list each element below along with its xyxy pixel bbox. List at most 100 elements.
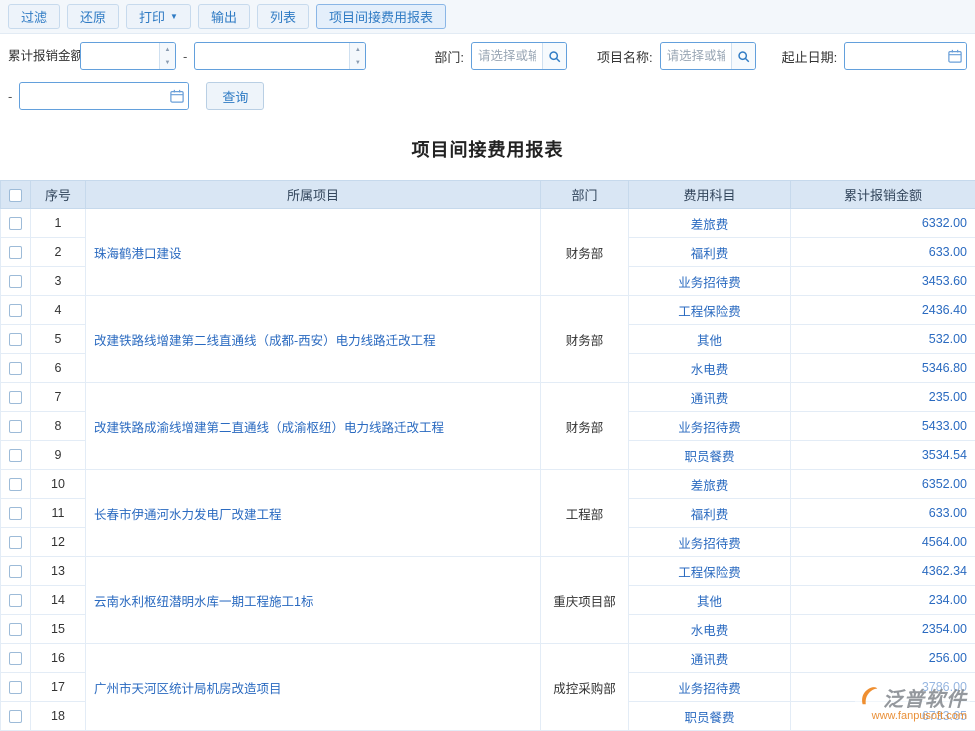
filter-button[interactable]: 过滤 (8, 4, 60, 29)
expense-subject-cell[interactable]: 工程保险费 (629, 296, 791, 325)
amount-cell[interactable]: 633.00 (791, 499, 975, 528)
project-cell[interactable]: 广州市天河区统计局机房改造项目 (86, 644, 541, 731)
row-number: 1 (31, 209, 86, 238)
date-from-field (844, 42, 967, 70)
restore-button-label: 还原 (80, 7, 106, 26)
list-button[interactable]: 列表 (257, 4, 309, 29)
row-checkbox[interactable] (9, 420, 22, 433)
row-select-cell (1, 499, 31, 528)
amount-cell[interactable]: 6332.00 (791, 209, 975, 238)
row-checkbox[interactable] (9, 507, 22, 520)
row-checkbox[interactable] (9, 391, 22, 404)
amount-cell[interactable]: 235.00 (791, 383, 975, 412)
project-cell[interactable]: 云南水利枢纽潜明水库一期工程施工1标 (86, 557, 541, 644)
export-button-label: 输出 (211, 7, 237, 26)
date-to-input[interactable] (20, 83, 166, 109)
select-all-checkbox[interactable] (9, 189, 22, 202)
page-title: 项目间接费用报表 (0, 136, 975, 162)
calendar-icon[interactable] (944, 43, 966, 69)
row-select-cell (1, 238, 31, 267)
project-cell[interactable]: 改建铁路线增建第二线直通线（成都-西安）电力线路迁改工程 (86, 296, 541, 383)
date-range-label: 起止日期: (782, 47, 838, 66)
search-icon[interactable] (542, 43, 566, 69)
row-checkbox[interactable] (9, 623, 22, 636)
expense-subject-cell[interactable]: 通讯费 (629, 383, 791, 412)
amount-cell[interactable]: 256.00 (791, 644, 975, 673)
amount-cell[interactable]: 234.00 (791, 586, 975, 615)
report-tab-label: 项目间接费用报表 (329, 7, 433, 26)
export-button[interactable]: 输出 (198, 4, 250, 29)
spinner-down-icon[interactable]: ▼ (350, 56, 365, 69)
expense-subject-cell[interactable]: 差旅费 (629, 470, 791, 499)
amount-cell[interactable]: 4564.00 (791, 528, 975, 557)
spinner-up-icon[interactable]: ▲ (350, 43, 365, 56)
amount-to-input[interactable] (195, 43, 349, 69)
row-checkbox[interactable] (9, 652, 22, 665)
search-icon[interactable] (731, 43, 755, 69)
row-checkbox[interactable] (9, 246, 22, 259)
row-checkbox[interactable] (9, 217, 22, 230)
row-select-cell (1, 267, 31, 296)
row-checkbox[interactable] (9, 710, 22, 723)
department-cell: 财务部 (541, 383, 629, 470)
amount-cell[interactable]: 633.00 (791, 238, 975, 267)
table-row: 4改建铁路线增建第二线直通线（成都-西安）电力线路迁改工程财务部工程保险费243… (1, 296, 975, 325)
amount-cell[interactable]: 5346.80 (791, 354, 975, 383)
department-cell: 财务部 (541, 296, 629, 383)
amount-cell[interactable]: 5433.00 (791, 412, 975, 441)
row-checkbox[interactable] (9, 362, 22, 375)
row-number: 9 (31, 441, 86, 470)
project-cell[interactable]: 长春市伊通河水力发电厂改建工程 (86, 470, 541, 557)
expense-subject-cell[interactable]: 工程保险费 (629, 557, 791, 586)
row-checkbox[interactable] (9, 449, 22, 462)
project-name-input[interactable] (661, 43, 731, 69)
table-row: 13云南水利枢纽潜明水库一期工程施工1标重庆项目部工程保险费4362.34 (1, 557, 975, 586)
expense-subject-cell[interactable]: 业务招待费 (629, 412, 791, 441)
dept-input[interactable] (472, 43, 542, 69)
query-button[interactable]: 查询 (206, 82, 264, 110)
expense-subject-cell[interactable]: 其他 (629, 325, 791, 354)
expense-subject-cell[interactable]: 职员餐费 (629, 702, 791, 731)
col-header-project: 所属项目 (86, 181, 541, 209)
calendar-icon[interactable] (166, 83, 188, 109)
filter-button-label: 过滤 (21, 7, 47, 26)
expense-subject-cell[interactable]: 通讯费 (629, 644, 791, 673)
amount-cell[interactable]: 3534.54 (791, 441, 975, 470)
restore-button[interactable]: 还原 (67, 4, 119, 29)
date-from-input[interactable] (845, 43, 944, 69)
amount-cell[interactable]: 532.00 (791, 325, 975, 354)
row-checkbox[interactable] (9, 333, 22, 346)
expense-subject-cell[interactable]: 业务招待费 (629, 673, 791, 702)
amount-from-input[interactable] (81, 43, 159, 69)
row-checkbox[interactable] (9, 565, 22, 578)
amount-cell[interactable]: 2436.40 (791, 296, 975, 325)
table-row: 16广州市天河区统计局机房改造项目成控采购部通讯费256.00 (1, 644, 975, 673)
expense-subject-cell[interactable]: 业务招待费 (629, 528, 791, 557)
amount-cell[interactable]: 6352.00 (791, 470, 975, 499)
project-cell[interactable]: 珠海鹤港口建设 (86, 209, 541, 296)
expense-subject-cell[interactable]: 福利费 (629, 238, 791, 267)
expense-subject-cell[interactable]: 职员餐费 (629, 441, 791, 470)
row-checkbox[interactable] (9, 275, 22, 288)
row-checkbox[interactable] (9, 594, 22, 607)
row-checkbox[interactable] (9, 304, 22, 317)
expense-subject-cell[interactable]: 其他 (629, 586, 791, 615)
expense-subject-cell[interactable]: 差旅费 (629, 209, 791, 238)
amount-cell[interactable]: 2354.00 (791, 615, 975, 644)
spinner-down-icon[interactable]: ▼ (160, 56, 175, 69)
print-button[interactable]: 打印 ▼ (126, 4, 191, 29)
project-cell[interactable]: 改建铁路成渝线增建第二直通线（成渝枢纽）电力线路迁改工程 (86, 383, 541, 470)
expense-subject-cell[interactable]: 业务招待费 (629, 267, 791, 296)
amount-cell[interactable]: 3453.60 (791, 267, 975, 296)
row-checkbox[interactable] (9, 478, 22, 491)
report-tab-button[interactable]: 项目间接费用报表 (316, 4, 446, 29)
spinner-up-icon[interactable]: ▲ (160, 43, 175, 56)
expense-subject-cell[interactable]: 福利费 (629, 499, 791, 528)
amount-cell[interactable]: 4362.34 (791, 557, 975, 586)
expense-subject-cell[interactable]: 水电费 (629, 615, 791, 644)
row-checkbox[interactable] (9, 536, 22, 549)
filter-panel: 累计报销金额: ▲ ▼ - ▲ ▼ 部门: 项目名称: (0, 34, 975, 126)
expense-subject-cell[interactable]: 水电费 (629, 354, 791, 383)
row-checkbox[interactable] (9, 681, 22, 694)
row-number: 7 (31, 383, 86, 412)
